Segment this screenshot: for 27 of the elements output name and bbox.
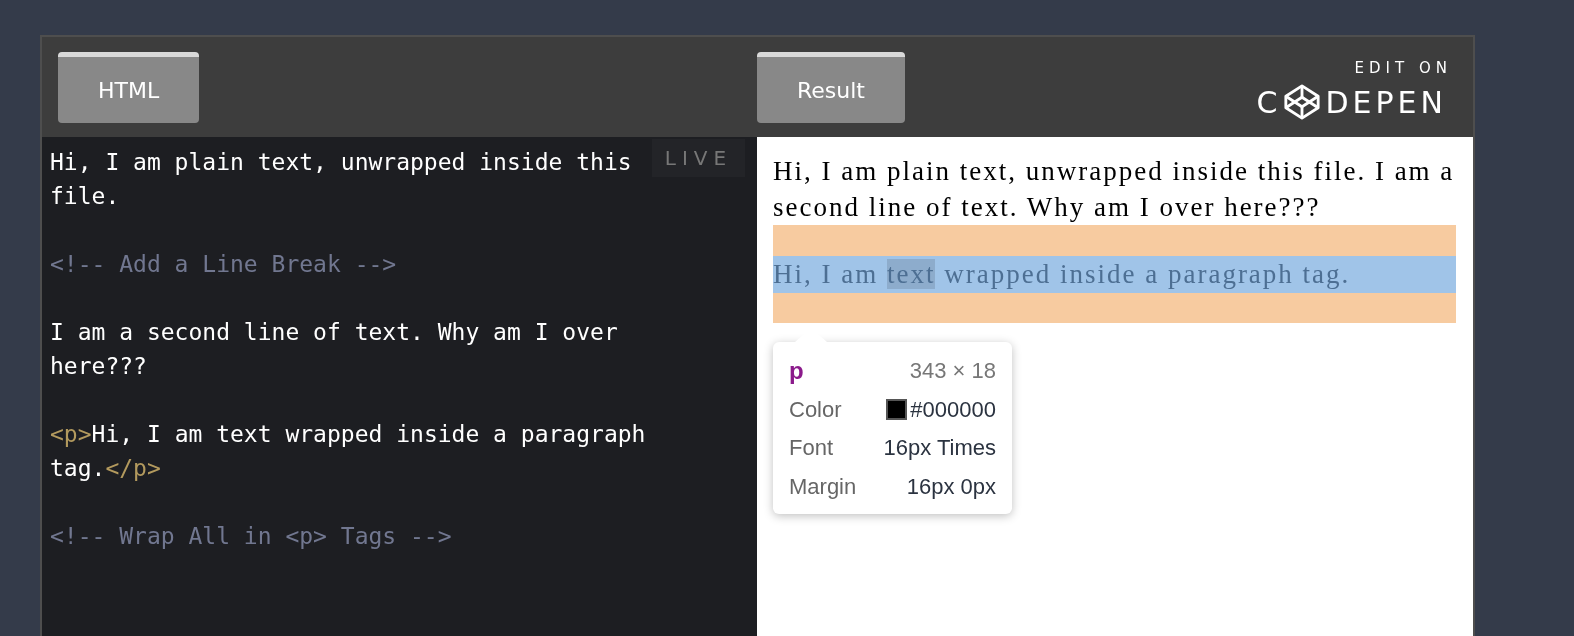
code-text: Hi, I am plain text, unwrapped inside this bbox=[50, 148, 632, 177]
code-comment: <!-- Wrap All in <p> Tags --> bbox=[50, 522, 452, 551]
logo-wordmark: DEPEN bbox=[1325, 84, 1447, 120]
code-text: file. bbox=[50, 182, 120, 211]
property-value: 16px 0px bbox=[906, 473, 996, 500]
element-size: 343 × 18 bbox=[909, 358, 996, 385]
pane-tab[interactable]: HTML bbox=[58, 52, 200, 123]
property-value: 16px Times bbox=[883, 435, 996, 462]
code-text: tag. bbox=[50, 454, 106, 483]
code-text: here??? bbox=[50, 352, 147, 381]
element-tag: p bbox=[789, 357, 804, 386]
property-value: #000000 bbox=[910, 396, 996, 423]
paragraph-text: Hi, I am text wrapped inside a paragraph tag. bbox=[773, 256, 1456, 293]
code-tag: </p> bbox=[105, 451, 161, 485]
cube-icon bbox=[1283, 83, 1322, 121]
edit-on-label: EDIT ON bbox=[1354, 59, 1452, 77]
plain-text: Hi, I am plain text, unwrapped inside this file. I am a second line of text. Why am I over here??? bbox=[773, 155, 1456, 224]
property-label: Font bbox=[789, 435, 834, 462]
code-text: Hi, I am text wrapped inside a paragraph bbox=[91, 420, 646, 449]
property-label: Margin bbox=[789, 473, 857, 500]
pane-tab[interactable]: Result bbox=[757, 52, 905, 123]
live-badge: LIVE bbox=[652, 139, 745, 177]
property-label: Color bbox=[789, 396, 842, 423]
code-tag: <p> bbox=[50, 417, 92, 451]
logo-letter: C bbox=[1256, 84, 1282, 120]
code-comment: <!-- Add a Line Break --> bbox=[50, 250, 397, 279]
code-text: I am a second line of text. Why am I over bbox=[50, 318, 618, 347]
